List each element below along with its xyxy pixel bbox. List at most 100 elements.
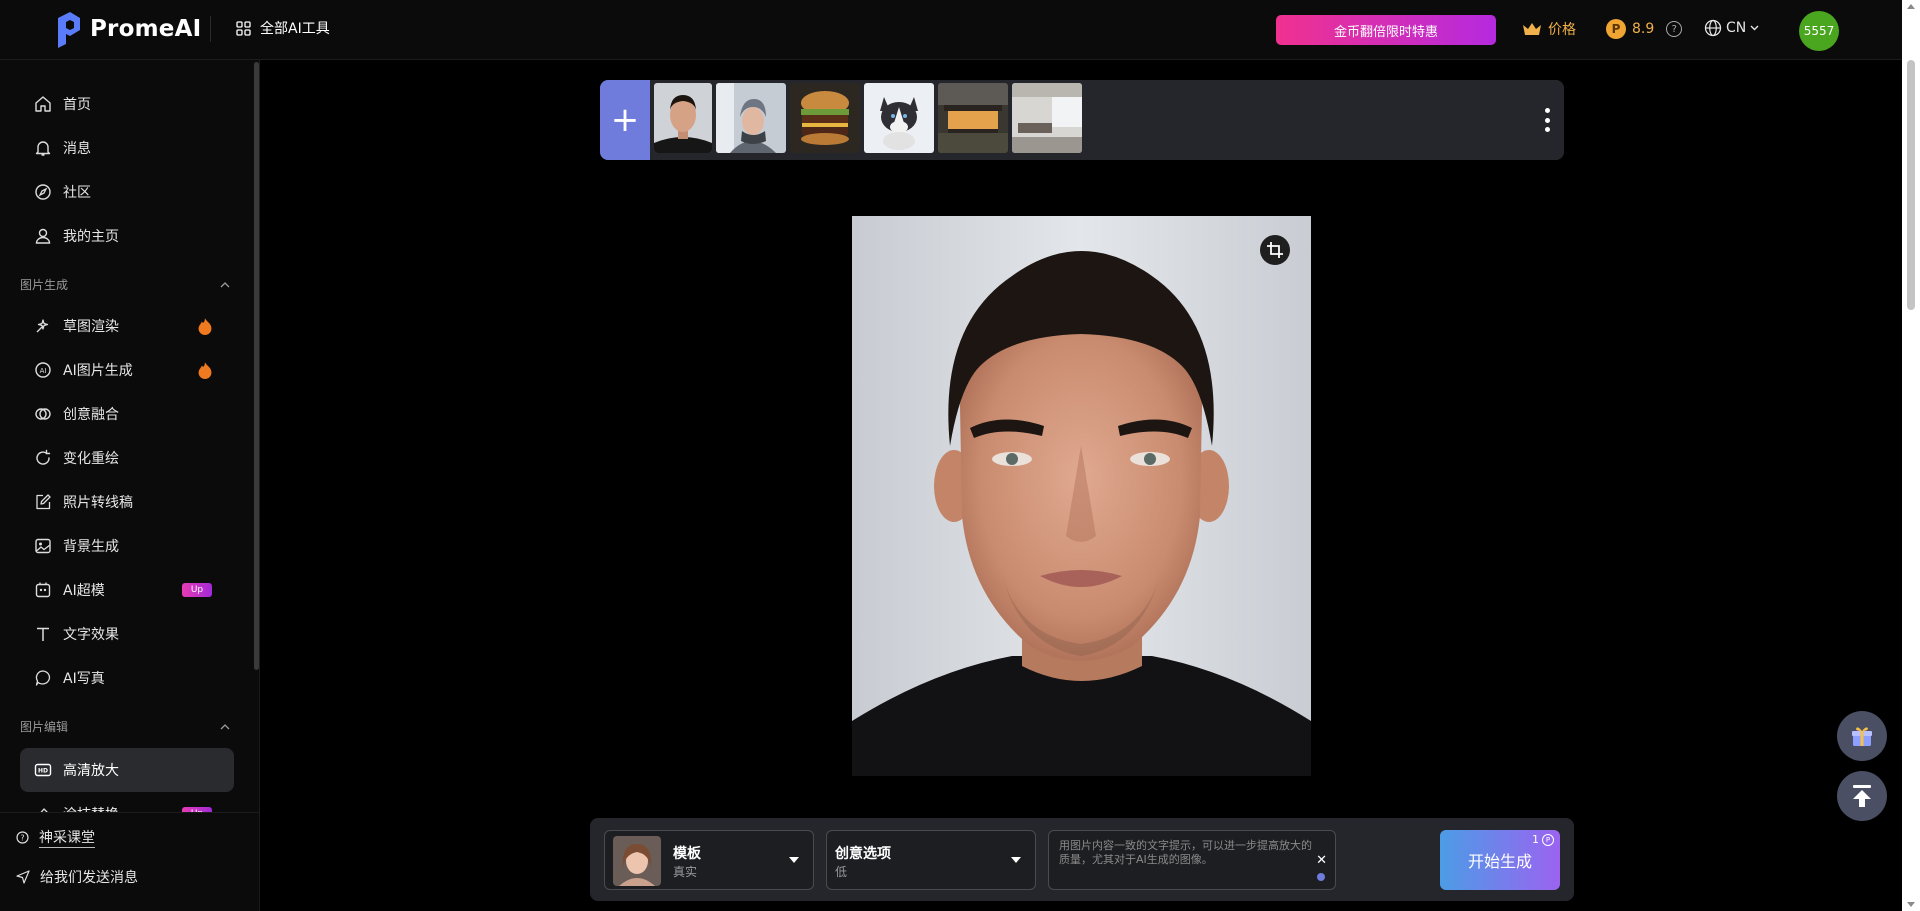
help-icon[interactable]: ? [1666, 21, 1683, 37]
scroll-down-icon[interactable] [1907, 902, 1915, 907]
main-preview-image [852, 216, 1311, 776]
coin-balance[interactable]: P 8.9 ? [1606, 19, 1683, 39]
husky-thumb-image [864, 83, 934, 153]
feedback-link[interactable]: 给我们发送消息 [16, 867, 138, 887]
scroll-up-icon[interactable] [1907, 4, 1915, 9]
home-icon [35, 96, 51, 112]
generation-panel: 模板 真实 创意选项 低 用图片内容一致的文字提示，可以进一步提高放大的质量，尤… [590, 818, 1574, 901]
sidebar-item-community[interactable]: 社区 [20, 170, 234, 214]
grid-icon [236, 20, 251, 36]
thumbnail-male-portrait[interactable] [654, 83, 712, 153]
sidebar-item-photo-to-lineart[interactable]: 照片转线稿 [20, 480, 234, 524]
portrait-image [852, 216, 1311, 776]
coin-icon: P [1606, 19, 1626, 39]
sidebar-item-ai-image[interactable]: AI AI图片生成 [20, 348, 234, 392]
sidebar-scrollbar[interactable] [254, 62, 259, 670]
template-title: 模板 [673, 846, 701, 862]
more-options-icon[interactable] [1544, 108, 1550, 132]
house-thumb-image [938, 83, 1008, 153]
sidebar-item-creative-blend[interactable]: 创意融合 [20, 392, 234, 436]
sidebar-item-text-effect[interactable]: 文字效果 [20, 612, 234, 656]
caret-down-icon [789, 857, 799, 863]
thumbnail-bar: + [600, 80, 1564, 160]
chevron-down-icon [1750, 25, 1759, 31]
sidebar-item-ai-model[interactable]: AI超模 Up [20, 568, 234, 612]
sidebar-item-label: 创意融合 [63, 407, 119, 423]
logo-text: PromeAI [90, 16, 202, 42]
winter-thumb-image [716, 83, 786, 153]
generate-cost-value: 1 [1532, 833, 1539, 846]
user-avatar[interactable]: 5557 [1799, 11, 1839, 51]
sidebar-item-hd-upscale[interactable]: HD 高清放大 [20, 748, 234, 792]
sidebar-item-label: 高清放大 [63, 763, 119, 779]
sidebar-item-background-gen[interactable]: 背景生成 [20, 524, 234, 568]
feedback-label: 给我们发送消息 [40, 870, 138, 886]
back-to-top-button[interactable] [1837, 771, 1887, 821]
logo[interactable]: PromeAI [54, 10, 201, 48]
svg-text:?: ? [20, 834, 24, 843]
thumbnail-husky-puppy[interactable] [864, 83, 934, 153]
sidebar-item-label: AI写真 [63, 671, 105, 687]
section-image-editing[interactable]: 图片编辑 [20, 718, 234, 735]
sidebar-item-label: 草图渲染 [63, 319, 119, 335]
image-icon [35, 538, 51, 554]
coin-balance-value: 8.9 [1632, 21, 1655, 37]
text-icon [37, 627, 49, 641]
sidebar-item-my-page[interactable]: 我的主页 [20, 214, 234, 258]
scrollbar-thumb[interactable] [1907, 60, 1915, 310]
caret-down-icon [1011, 857, 1021, 863]
promo-button[interactable]: 金币翻倍限时特惠 [1276, 15, 1496, 45]
hd-icon: HD [34, 763, 52, 777]
sidebar-item-label: AI图片生成 [63, 363, 133, 379]
sidebar-item-erase-replace[interactable]: 涂抹替换 Up [20, 792, 234, 812]
status-dot [1317, 873, 1325, 881]
course-link[interactable]: ? 神采课堂 [16, 827, 95, 848]
prompt-input[interactable]: 用图片内容一致的文字提示，可以进一步提高放大的质量，尤其对于AI生成的图像。 ✕ [1048, 830, 1336, 890]
sidebar-nav: 首页 消息 社区 我的主页 图片生成 草图渲染 AI AI图片生成 创意融合 变… [0, 60, 254, 812]
language-selector[interactable]: CN [1704, 19, 1759, 37]
header-divider [210, 16, 211, 42]
template-thumb-image [613, 836, 661, 886]
eraser-icon [40, 808, 48, 812]
add-image-button[interactable]: + [600, 80, 650, 160]
prompt-placeholder: 用图片内容一致的文字提示，可以进一步提高放大的质量，尤其对于AI生成的图像。 [1059, 839, 1312, 866]
all-tools-button[interactable]: 全部AI工具 [236, 18, 330, 38]
user-icon [35, 228, 51, 244]
start-generate-button[interactable]: 开始生成 1 P [1440, 830, 1560, 890]
creative-option-select[interactable]: 创意选项 低 [826, 830, 1036, 890]
sidebar-item-variation[interactable]: 变化重绘 [20, 436, 234, 480]
sidebar-item-home[interactable]: 首页 [20, 82, 234, 126]
chevron-up-icon [220, 723, 230, 729]
thumbnail-house-exterior[interactable] [938, 83, 1008, 153]
section-image-generation[interactable]: 图片生成 [20, 276, 234, 293]
coin-icon: P [1542, 833, 1554, 846]
portrait-icon [35, 670, 51, 686]
sidebar-item-label: 我的主页 [63, 229, 119, 245]
svg-text:HD: HD [38, 768, 48, 775]
refresh-icon [36, 449, 51, 465]
blend-icon [35, 408, 51, 420]
page-scrollbar[interactable] [1902, 0, 1920, 911]
section-title-text: 图片编辑 [20, 720, 69, 734]
sidebar-item-ai-portrait[interactable]: AI写真 [20, 656, 234, 700]
pricing-link[interactable]: 价格 [1522, 19, 1576, 39]
thumbnail-interior[interactable] [1012, 83, 1082, 153]
clear-icon[interactable]: ✕ [1316, 853, 1327, 868]
sidebar-item-label: 文字效果 [63, 627, 119, 643]
creative-title: 创意选项 [835, 846, 891, 862]
crop-button[interactable] [1260, 235, 1290, 265]
thumbnail-burger[interactable] [790, 83, 860, 153]
template-select[interactable]: 模板 真实 [604, 830, 814, 890]
sidebar-item-label: 社区 [63, 185, 91, 201]
sidebar-item-messages[interactable]: 消息 [20, 126, 234, 170]
fire-icon [198, 318, 212, 335]
sidebar-item-label: 背景生成 [63, 539, 119, 555]
gift-button[interactable] [1837, 711, 1887, 761]
crop-icon [1267, 242, 1283, 258]
thumbnail-winter-woman[interactable] [716, 83, 786, 153]
section-title-text: 图片生成 [20, 278, 69, 292]
interior-thumb-image [1012, 83, 1082, 153]
model-icon [35, 582, 51, 598]
sidebar-item-sketch-render[interactable]: 草图渲染 [20, 304, 234, 348]
generate-cost: 1 P [1532, 833, 1554, 846]
